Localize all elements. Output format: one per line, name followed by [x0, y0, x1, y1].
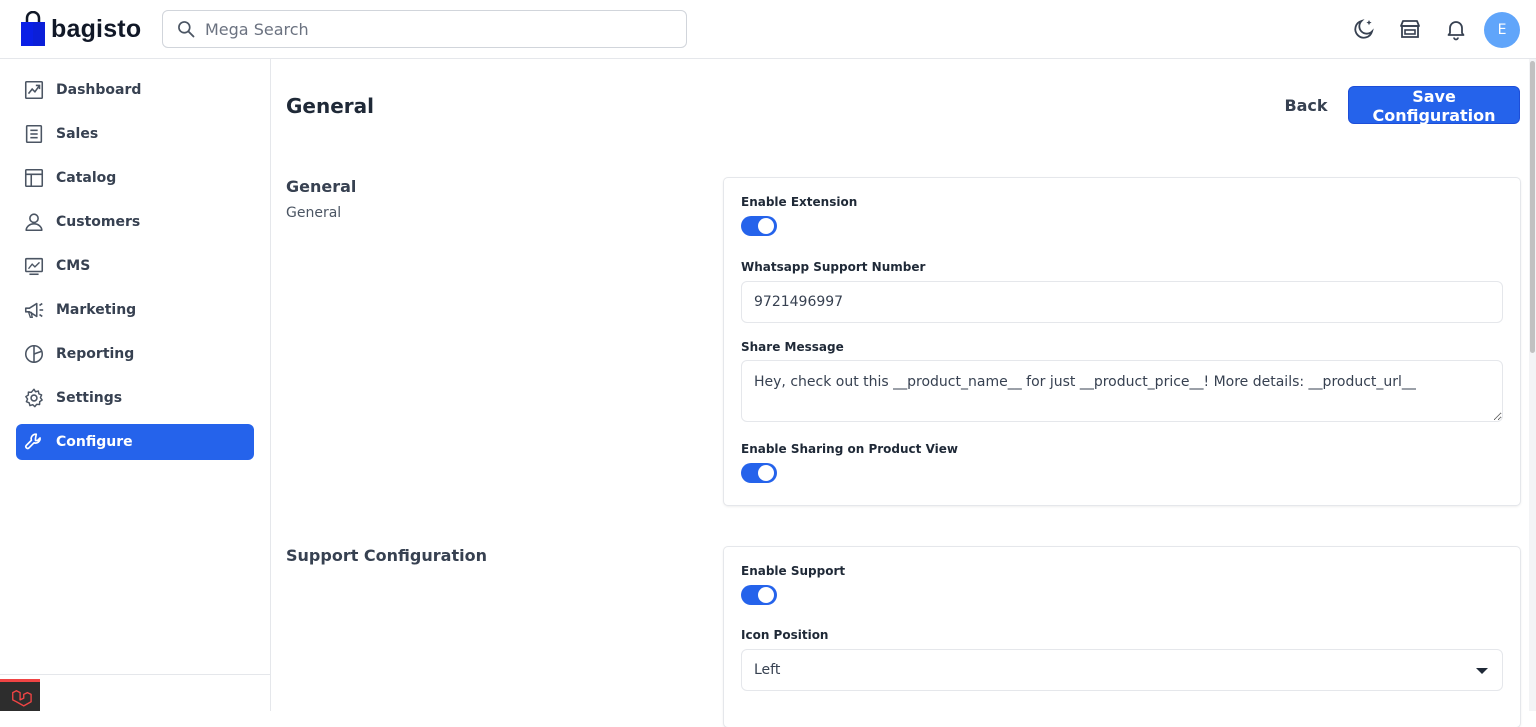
- section-subtitle-general: General: [286, 205, 342, 221]
- sidebar-item-label: Catalog: [56, 170, 117, 186]
- whatsapp-number-label: Whatsapp Support Number: [741, 260, 926, 274]
- sidebar-item-settings[interactable]: Settings: [16, 380, 254, 416]
- share-message-label: Share Message: [741, 340, 844, 354]
- enable-extension-toggle[interactable]: [741, 216, 777, 236]
- shopping-bag-logo-icon: [21, 11, 45, 46]
- debugbar-badge[interactable]: [0, 679, 40, 711]
- logo-text: bagisto: [51, 14, 142, 43]
- enable-extension-label: Enable Extension: [741, 195, 858, 209]
- scrollbar-thumb[interactable]: [1530, 61, 1535, 353]
- section-title-support: Support Configuration: [286, 546, 487, 565]
- back-button[interactable]: Back: [1276, 86, 1336, 124]
- sidebar-item-customers[interactable]: Customers: [16, 204, 254, 240]
- cms-icon: [24, 257, 44, 276]
- whatsapp-number-field[interactable]: [741, 281, 1503, 323]
- sidebar-footer: [0, 674, 271, 711]
- sidebar-item-dashboard[interactable]: Dashboard: [16, 72, 254, 108]
- sidebar-item-label: Reporting: [56, 346, 135, 362]
- save-configuration-button[interactable]: Save Configuration: [1348, 86, 1520, 125]
- sidebar-item-label: Dashboard: [56, 82, 142, 98]
- section-title-general: General: [286, 177, 357, 196]
- dark-mode-icon[interactable]: [1352, 17, 1376, 41]
- marketing-icon: [24, 302, 44, 319]
- sidebar-item-configure[interactable]: Configure: [16, 424, 254, 460]
- page-title: General: [286, 94, 374, 118]
- enable-sharing-toggle[interactable]: [741, 463, 777, 483]
- enable-support-toggle[interactable]: [741, 585, 777, 605]
- storefront-icon[interactable]: [1398, 17, 1422, 41]
- sidebar-item-label: CMS: [56, 258, 91, 274]
- settings-icon: [25, 388, 43, 408]
- sidebar-item-label: Sales: [56, 126, 99, 142]
- reporting-icon: [24, 344, 44, 364]
- sidebar-item-label: Configure: [56, 434, 133, 450]
- top-header: bagisto E: [0, 0, 1536, 59]
- catalog-icon: [24, 168, 44, 188]
- dashboard-icon: [24, 80, 44, 100]
- general-settings-card: Enable Extension Whatsapp Support Number…: [724, 178, 1520, 505]
- sidebar-item-cms[interactable]: CMS: [16, 248, 254, 284]
- sidebar-item-marketing[interactable]: Marketing: [16, 292, 254, 328]
- configure-icon: [25, 433, 41, 450]
- sidebar: Dashboard Sales Catalog Customers CMS Ma…: [0, 59, 271, 711]
- customers-icon: [25, 213, 43, 232]
- page-scrollbar[interactable]: [1529, 59, 1536, 711]
- logo[interactable]: bagisto: [20, 11, 141, 47]
- support-settings-card: Enable Support Icon Position Left: [724, 547, 1520, 727]
- sidebar-item-sales[interactable]: Sales: [16, 116, 254, 152]
- enable-sharing-label: Enable Sharing on Product View: [741, 442, 958, 456]
- icon-position-value: Left: [754, 662, 781, 678]
- sidebar-item-reporting[interactable]: Reporting: [16, 336, 254, 372]
- sidebar-item-label: Marketing: [56, 302, 137, 318]
- search-input[interactable]: [205, 19, 645, 39]
- icon-position-label: Icon Position: [741, 628, 829, 642]
- share-message-field[interactable]: Hey, check out this __product_name__ for…: [741, 360, 1503, 422]
- laravel-logo-icon: [12, 690, 32, 707]
- enable-support-label: Enable Support: [741, 564, 846, 578]
- search-icon: [178, 21, 195, 38]
- icon-position-select[interactable]: Left: [741, 649, 1503, 691]
- sales-icon: [25, 124, 43, 144]
- notification-bell-icon[interactable]: [1444, 17, 1468, 41]
- sidebar-item-label: Settings: [56, 390, 123, 406]
- sidebar-item-catalog[interactable]: Catalog: [16, 160, 254, 196]
- mega-search[interactable]: [162, 10, 687, 48]
- caret-down-icon: [1476, 668, 1488, 674]
- user-avatar[interactable]: E: [1484, 12, 1520, 48]
- sidebar-item-label: Customers: [56, 214, 141, 230]
